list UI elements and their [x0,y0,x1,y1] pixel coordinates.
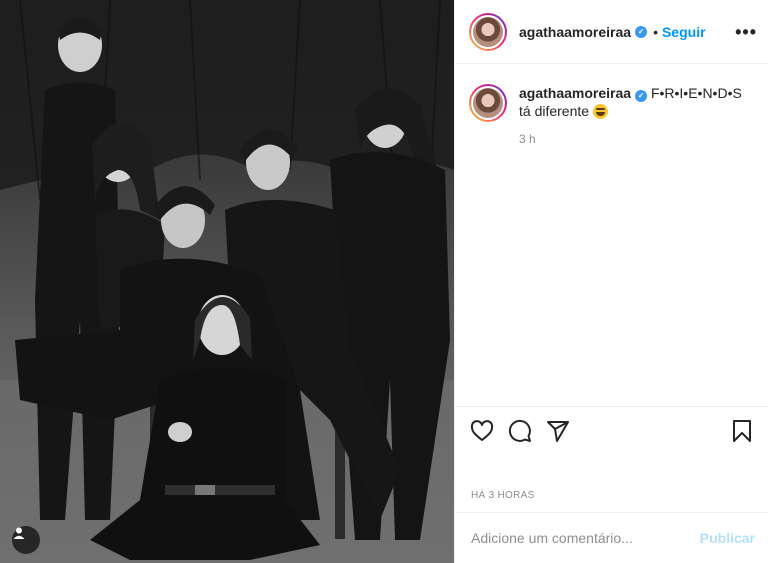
post-date[interactable]: HÁ 3 HORAS [471,490,535,501]
heart-icon[interactable] [469,418,495,444]
caption-body: agathaamoreiraa ✓ F•R•I•E•N•D•S tá difere… [519,84,757,146]
verified-badge-icon: ✓ [635,25,648,38]
action-bar [455,406,768,454]
user-tag-icon[interactable] [12,526,40,554]
caption-time[interactable]: 3 h [519,132,757,146]
bookmark-icon[interactable] [729,418,755,444]
post-photo[interactable] [0,0,454,563]
caption-username[interactable]: agathaamoreiraa [519,85,631,101]
author-info: agathaamoreiraa ✓ • Seguir [519,24,735,40]
add-comment-form: Publicar [455,512,768,563]
publish-button[interactable]: Publicar [700,530,755,546]
caption-avatar[interactable] [469,84,507,122]
share-icon[interactable] [545,418,571,444]
author-username[interactable]: agathaamoreiraa [519,24,631,40]
follow-button[interactable]: Seguir [662,24,706,40]
post-details-panel: agathaamoreiraa ✓ • Seguir ••• agathaamo… [454,0,768,563]
grinning-sweat-emoji-icon [592,104,608,119]
comment-input[interactable] [471,530,700,546]
caption-comment: agathaamoreiraa ✓ F•R•I•E•N•D•S tá difere… [469,84,757,146]
author-avatar[interactable] [469,12,507,51]
group-photo-illustration [0,0,454,563]
verified-badge-icon: ✓ [635,90,648,102]
post-header: agathaamoreiraa ✓ • Seguir ••• [455,0,768,64]
comment-icon[interactable] [507,418,533,444]
separator-dot: • [653,23,658,40]
caption-text: agathaamoreiraa ✓ F•R•I•E•N•D•S tá difere… [519,84,757,120]
more-options-icon[interactable]: ••• [735,23,757,41]
instagram-post: agathaamoreiraa ✓ • Seguir ••• agathaamo… [0,0,768,563]
